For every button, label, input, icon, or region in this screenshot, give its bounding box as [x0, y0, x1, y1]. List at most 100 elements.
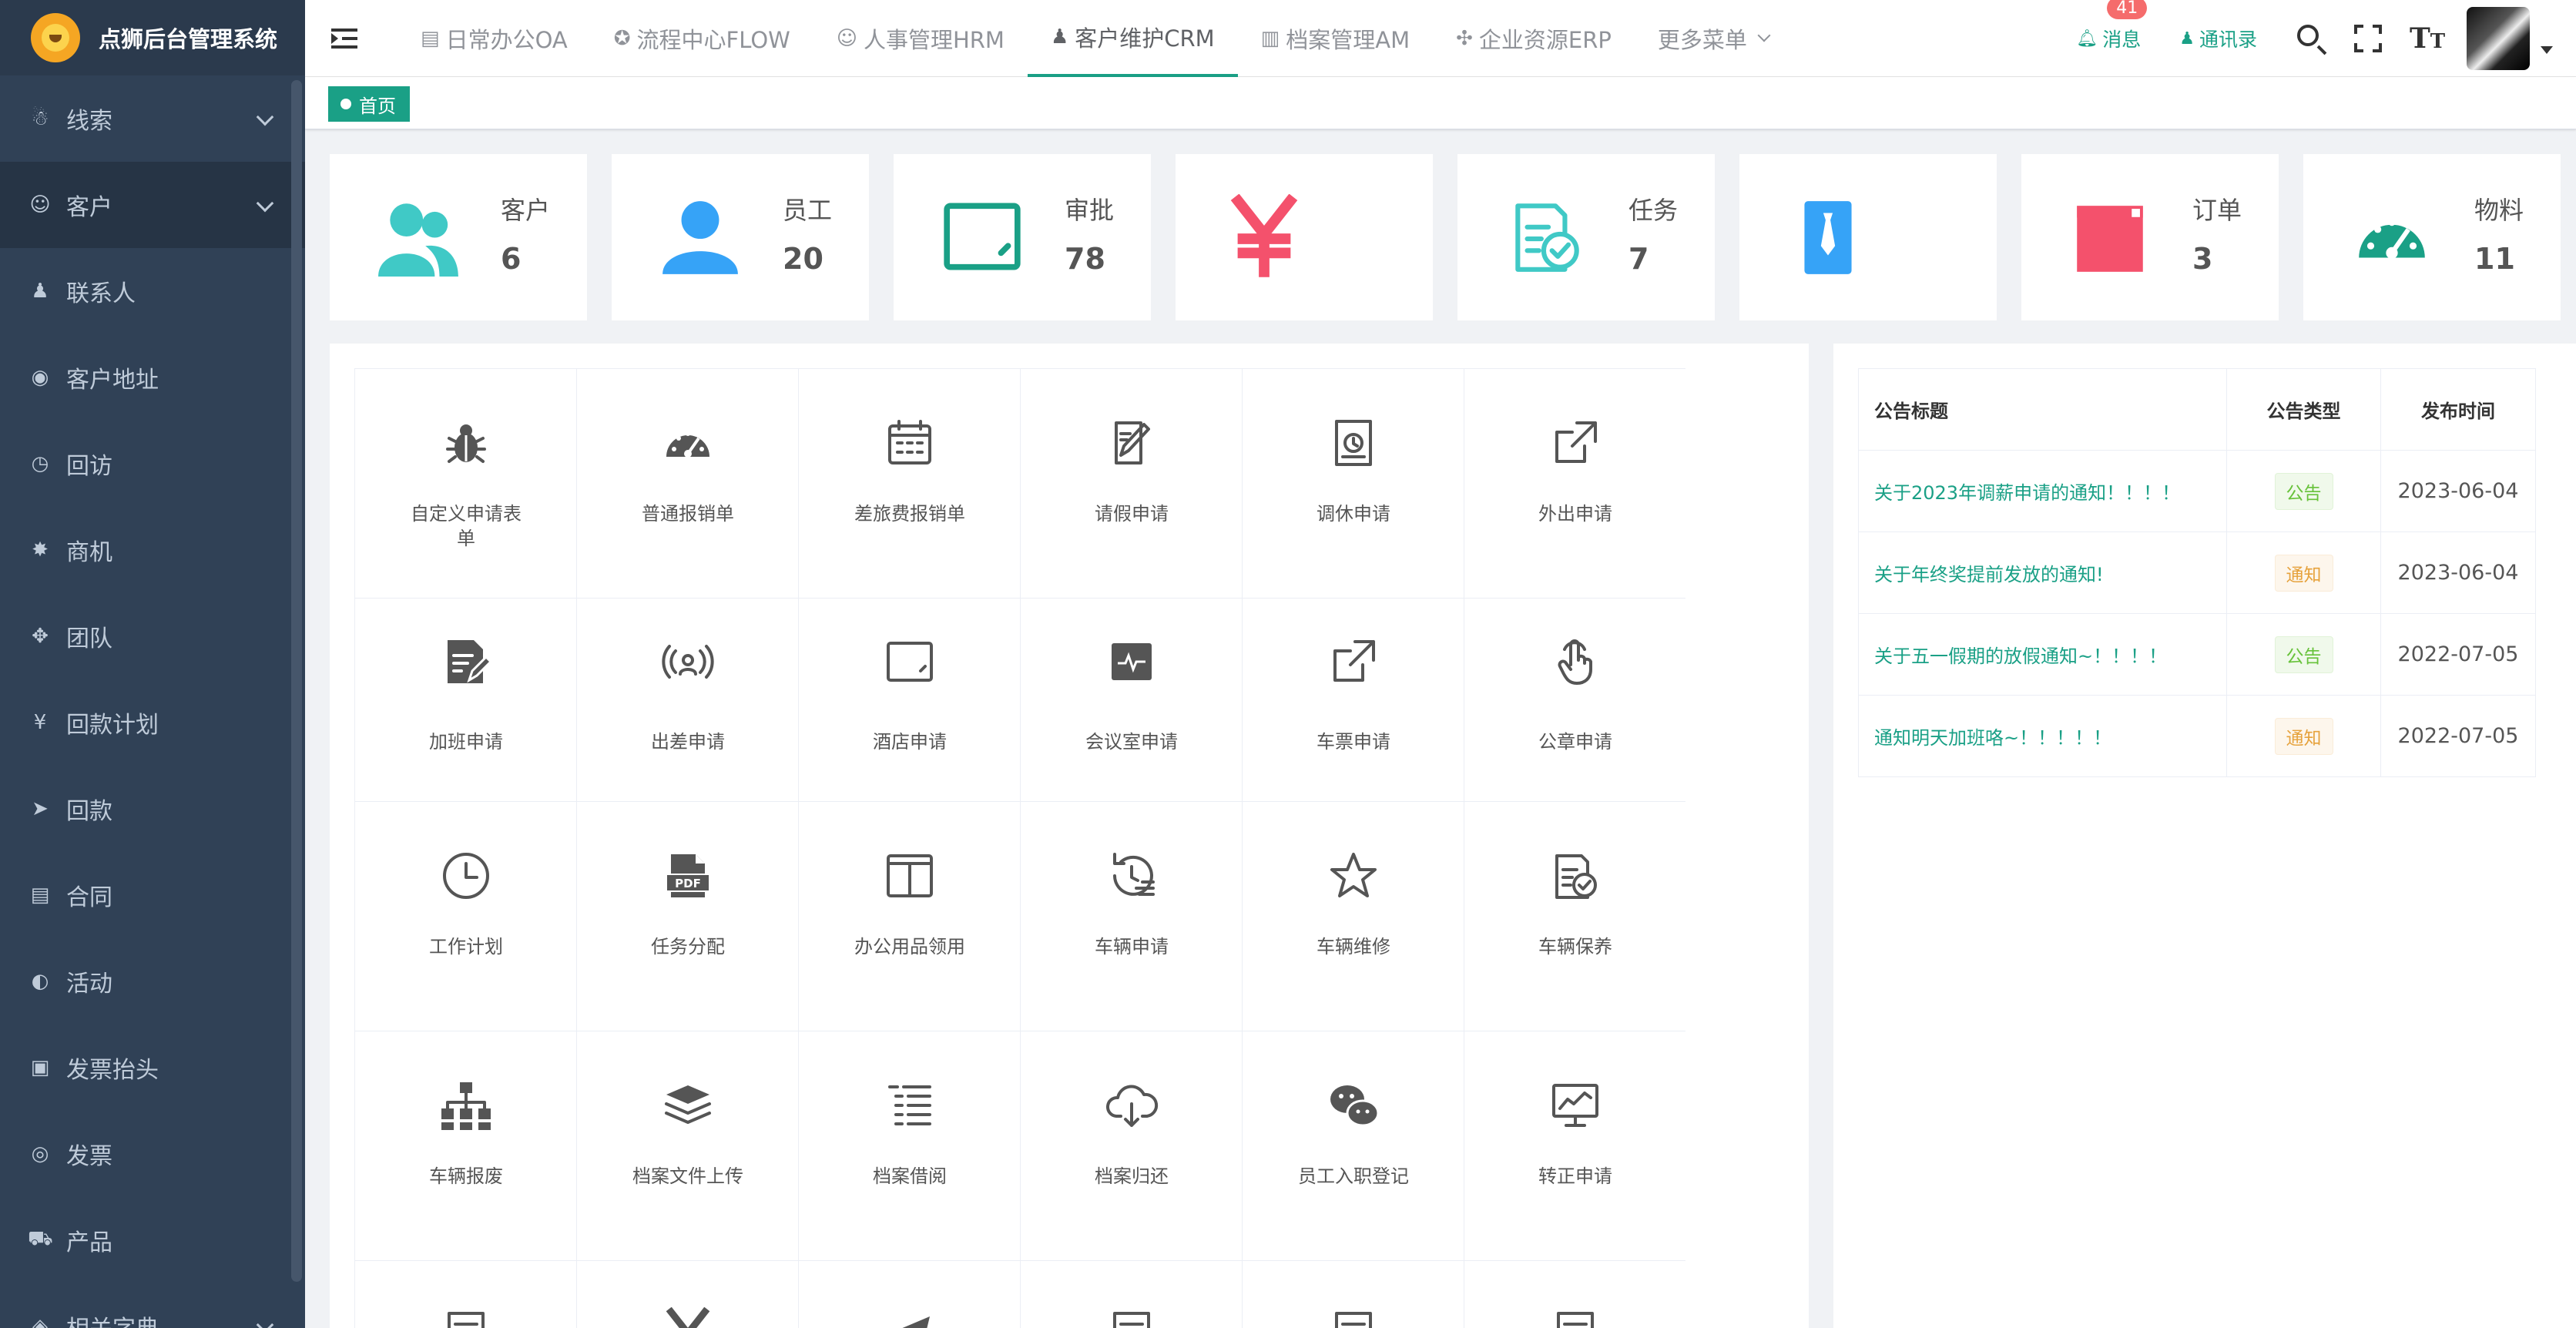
contacts-link[interactable]: ♟ 通讯录: [2179, 25, 2257, 52]
quick-app-tile[interactable]: [799, 1261, 1021, 1328]
quick-app-tile[interactable]: [1021, 1261, 1243, 1328]
sidebar-item[interactable]: ▣ 发票抬头: [0, 1025, 305, 1111]
quick-app-tile[interactable]: 酒店申请: [799, 599, 1021, 802]
caret-down-icon[interactable]: [2541, 46, 2553, 54]
top-menu-item[interactable]: ✪ 流程中心FLOW: [591, 0, 813, 77]
top-menu-item[interactable]: ♟ 客户维护CRM: [1027, 0, 1238, 77]
quick-app-tile[interactable]: [1243, 1261, 1464, 1328]
quick-app-label: 办公用品领用: [854, 936, 965, 957]
avatar[interactable]: [2467, 7, 2530, 70]
hamburger-icon[interactable]: [331, 27, 357, 50]
yen-icon: [660, 1307, 716, 1328]
quick-app-tile[interactable]: 会议室申请: [1021, 599, 1243, 802]
quick-app-tile[interactable]: 员工入职登记: [1243, 1031, 1464, 1261]
sidebar-item[interactable]: ◐ 活动: [0, 938, 305, 1025]
notice-title-link[interactable]: 关于2023年调薪申请的通知！！！！: [1858, 450, 2227, 532]
sidebar-item-icon: ◉: [31, 366, 49, 389]
quick-app-tile[interactable]: [355, 1261, 577, 1328]
top-menu-item[interactable]: ☺ 人事管理HRM: [813, 0, 1028, 77]
top-menu-item[interactable]: ▥ 档案管理AM: [1238, 0, 1433, 77]
quick-app-tile[interactable]: 车辆申请: [1021, 802, 1243, 1031]
quick-app-tile[interactable]: 车辆报废: [355, 1031, 577, 1261]
sidebar-item-icon: ◎: [31, 1142, 49, 1165]
top-menu-item[interactable]: ✣ 企业资源ERP: [1433, 0, 1635, 77]
stat-label: 任务: [1628, 196, 1679, 225]
quick-app-tile[interactable]: 差旅费报销单: [799, 369, 1021, 599]
tag-home[interactable]: 首页: [328, 86, 410, 122]
doc-icon: [438, 1307, 494, 1328]
stat-card[interactable]: 员工 20: [612, 154, 869, 320]
calendar-icon: [882, 415, 937, 471]
quick-app-tile[interactable]: 请假申请: [1021, 369, 1243, 599]
tablet-icon: [940, 194, 1025, 279]
sidebar-item[interactable]: ◉ 客户地址: [0, 334, 305, 421]
sidebar-item-label: 合同: [66, 884, 112, 911]
top-menu: ▤ 日常办公OA ✪ 流程中心FLOW ☺ 人事管理HRM ♟ 客户维护CRM ▥ 档案管理AM ✣…: [397, 0, 1792, 77]
sidebar-item-label: 客户地址: [66, 367, 159, 394]
sidebar-logo[interactable]: 点狮后台管理系统: [0, 0, 305, 75]
stat-card[interactable]: 订单 3: [2021, 154, 2279, 320]
sidebar-item[interactable]: ➤ 回款: [0, 766, 305, 852]
quick-app-tile[interactable]: 工作计划: [355, 802, 577, 1031]
notice-row[interactable]: 关于五一假期的放假通知~！！！！ 公告 2022-07-05: [1858, 613, 2536, 696]
quick-app-tile[interactable]: 车辆保养: [1464, 802, 1685, 1031]
quick-app-tile[interactable]: 档案文件上传: [577, 1031, 799, 1261]
quick-app-tile[interactable]: 普通报销单: [577, 369, 799, 599]
quick-app-label: 车辆维修: [1317, 936, 1390, 957]
task-icon: [1548, 848, 1603, 904]
stat-card[interactable]: 客户 6: [330, 154, 587, 320]
sidebar-item[interactable]: ⛟ 产品: [0, 1197, 305, 1283]
notice-row[interactable]: 关于2023年调薪申请的通知！！！！ 公告 2023-06-04: [1858, 450, 2536, 532]
quick-app-tile[interactable]: 档案借阅: [799, 1031, 1021, 1261]
sidebar-item[interactable]: ☺ 客户: [0, 162, 305, 248]
cloud-download-icon: [1104, 1078, 1159, 1133]
top-menu-item[interactable]: ▤ 日常办公OA: [397, 0, 591, 77]
quick-app-tile[interactable]: 调休申请: [1243, 369, 1464, 599]
sidebar-item[interactable]: ◈ 相关字典: [0, 1283, 305, 1328]
quick-app-tile[interactable]: [1464, 1261, 1685, 1328]
notice-title-link[interactable]: 关于年终奖提前发放的通知!: [1858, 532, 2227, 614]
sidebar-item[interactable]: ✥ 团队: [0, 593, 305, 679]
app-title: 点狮后台管理系统: [99, 26, 278, 52]
sidebar-item-label: 回款: [66, 798, 112, 825]
fullscreen-icon[interactable]: [2353, 23, 2383, 54]
sidebar-item[interactable]: ▤ 合同: [0, 852, 305, 938]
quick-apps-panel: 自定义申请表单 普通报销单 差旅费报销单 请假申请 调休申请 外出申请 加班申请…: [330, 344, 1809, 1328]
search-icon[interactable]: [2296, 23, 2326, 54]
sidebar-item[interactable]: ◎ 发票: [0, 1111, 305, 1197]
sidebar-item-icon: ▤: [30, 884, 50, 907]
quick-app-tile[interactable]: PDF 任务分配: [577, 802, 799, 1031]
quick-app-tile[interactable]: 办公用品领用: [799, 802, 1021, 1031]
font-size-icon[interactable]: TT: [2410, 23, 2445, 54]
sidebar-item[interactable]: ¥ 回款计划: [0, 679, 305, 766]
messages-link[interactable]: 🔔︎ 消息 41: [2076, 0, 2148, 52]
history-icon: [1104, 848, 1159, 904]
quick-app-tile[interactable]: [577, 1261, 799, 1328]
quick-app-label: 公章申请: [1538, 731, 1612, 753]
notice-title-link[interactable]: 通知明天加班咯~！！！！！: [1858, 695, 2227, 777]
sidebar-item[interactable]: ◷ 回访: [0, 421, 305, 507]
quick-app-tile[interactable]: 公章申请: [1464, 599, 1685, 802]
top-menu-item[interactable]: 更多菜单: [1635, 0, 1792, 77]
quick-app-tile[interactable]: 车票申请: [1243, 599, 1464, 802]
quick-app-tile[interactable]: 外出申请: [1464, 369, 1685, 599]
sidebar-scrollbar[interactable]: [291, 80, 302, 1282]
stat-card[interactable]: [1739, 154, 1997, 320]
stat-card[interactable]: 物料 11: [2303, 154, 2561, 320]
stat-card[interactable]: 任务 7: [1457, 154, 1715, 320]
quick-app-tile[interactable]: 档案归还: [1021, 1031, 1243, 1261]
sidebar-item[interactable]: ♟ 联系人: [0, 248, 305, 334]
sidebar-item[interactable]: ✸ 商机: [0, 507, 305, 593]
stat-card[interactable]: [1176, 154, 1433, 320]
notice-title-link[interactable]: 关于五一假期的放假通知~！！！！: [1858, 613, 2227, 696]
quick-app-tile[interactable]: 加班申请: [355, 599, 577, 802]
yen-icon: [1222, 193, 1306, 279]
sidebar-item[interactable]: ☃ 线索: [0, 75, 305, 162]
stat-card[interactable]: 审批 78: [894, 154, 1151, 320]
notice-row[interactable]: 关于年终奖提前发放的通知! 通知 2023-06-04: [1858, 532, 2536, 614]
notice-row[interactable]: 通知明天加班咯~！！！！！ 通知 2022-07-05: [1858, 695, 2536, 777]
quick-app-tile[interactable]: 车辆维修: [1243, 802, 1464, 1031]
quick-app-tile[interactable]: 出差申请: [577, 599, 799, 802]
quick-app-tile[interactable]: 转正申请: [1464, 1031, 1685, 1261]
quick-app-tile[interactable]: 自定义申请表单: [355, 369, 577, 599]
